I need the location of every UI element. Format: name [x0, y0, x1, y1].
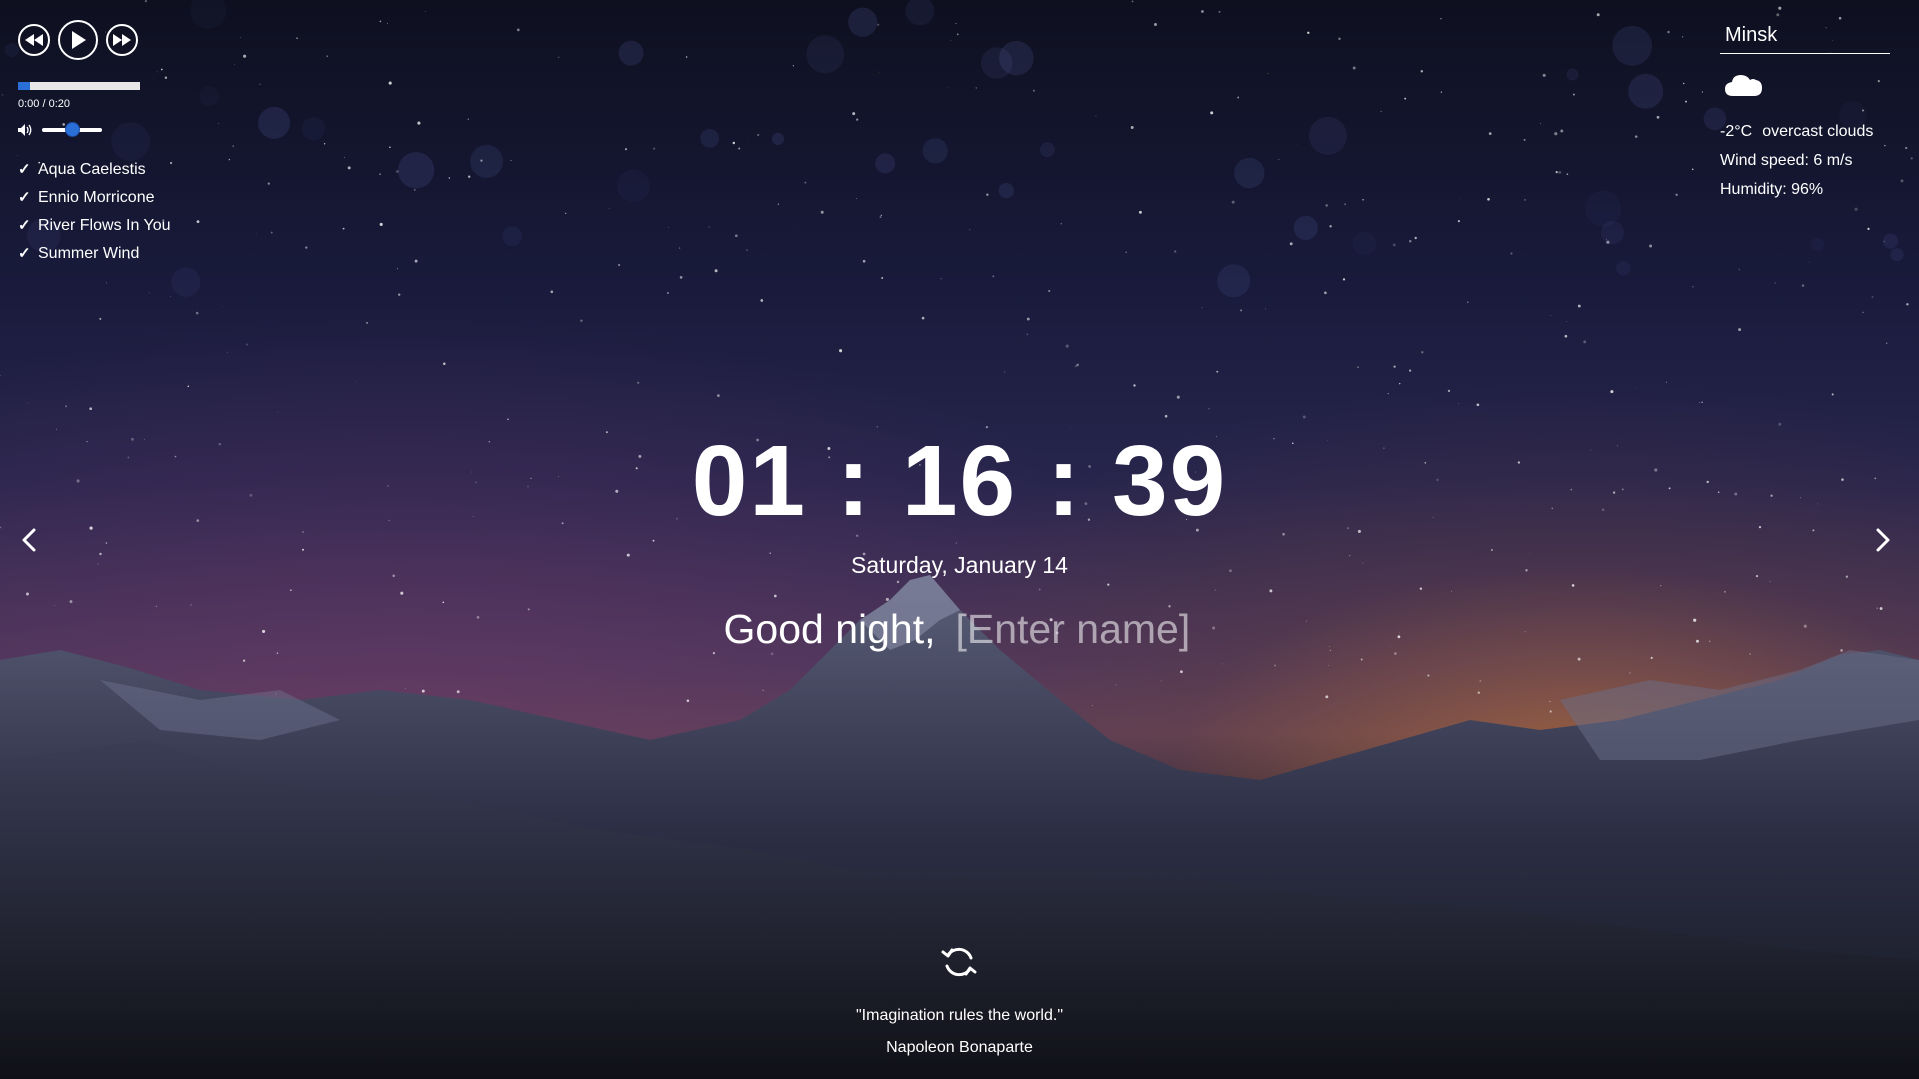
track-time: 0:00 / 0:20 [18, 98, 70, 110]
check-icon: ✓ [18, 189, 31, 206]
humidity: Humidity: 96% [1720, 181, 1824, 198]
temperature-description: -2°C overcast clouds [1720, 117, 1890, 146]
check-icon: ✓ [18, 217, 31, 234]
rewind-icon[interactable] [18, 24, 50, 56]
volume-slider[interactable] [42, 122, 102, 137]
clock: 01 : 16 : 39 [691, 425, 1228, 537]
track-title: Aqua Caelestis [38, 161, 146, 178]
track-title: Ennio Morricone [38, 189, 155, 206]
track-title: River Flows In You [38, 217, 171, 234]
speaker-icon[interactable] [18, 124, 34, 136]
playlist-item[interactable]: ✓ Ennio Morricone [18, 184, 218, 212]
date: Saturday, January 14 [851, 552, 1068, 578]
check-icon: ✓ [18, 161, 31, 178]
mountain-landscape [0, 575, 1919, 1079]
play-icon[interactable] [58, 20, 98, 60]
progress-bar[interactable] [18, 82, 140, 90]
city-input[interactable] [1720, 20, 1890, 54]
greeting-text: Good night, [723, 606, 936, 652]
cloud-icon [1724, 72, 1890, 103]
progress-fill [18, 82, 31, 90]
track-title: Summer Wind [38, 245, 140, 262]
name-input[interactable] [955, 606, 1196, 653]
weather-widget: -2°C overcast clouds Wind speed: 6 m/s Hu… [1720, 20, 1890, 204]
refresh-icon[interactable] [940, 943, 978, 981]
volume-control [18, 122, 218, 137]
check-icon: ✓ [18, 245, 31, 262]
fast-forward-icon[interactable] [106, 24, 138, 56]
playlist-item[interactable]: ✓ Summer Wind [18, 240, 218, 268]
audio-player: 0:00 / 0:20 ✓ Aqua Caelestis ✓ Ennio Morri… [18, 20, 218, 268]
playlist: ✓ Aqua Caelestis ✓ Ennio Morricone ✓ River … [18, 156, 218, 268]
playlist-item[interactable]: ✓ Aqua Caelestis [18, 156, 218, 184]
greeting: Good night, [0, 606, 1919, 653]
volume-slider-handle[interactable] [65, 122, 80, 137]
wind-speed: Wind speed: 6 m/s [1720, 152, 1853, 169]
background-image [0, 0, 1919, 1079]
playlist-item[interactable]: ✓ River Flows In You [18, 212, 218, 240]
quote-author: Napoleon Bonaparte [886, 1039, 1033, 1056]
player-controls [18, 20, 218, 60]
temperature: -2°C [1720, 123, 1753, 140]
quote-text: "Imagination rules the world." [855, 1007, 1063, 1024]
weather-description: overcast clouds [1762, 123, 1874, 140]
